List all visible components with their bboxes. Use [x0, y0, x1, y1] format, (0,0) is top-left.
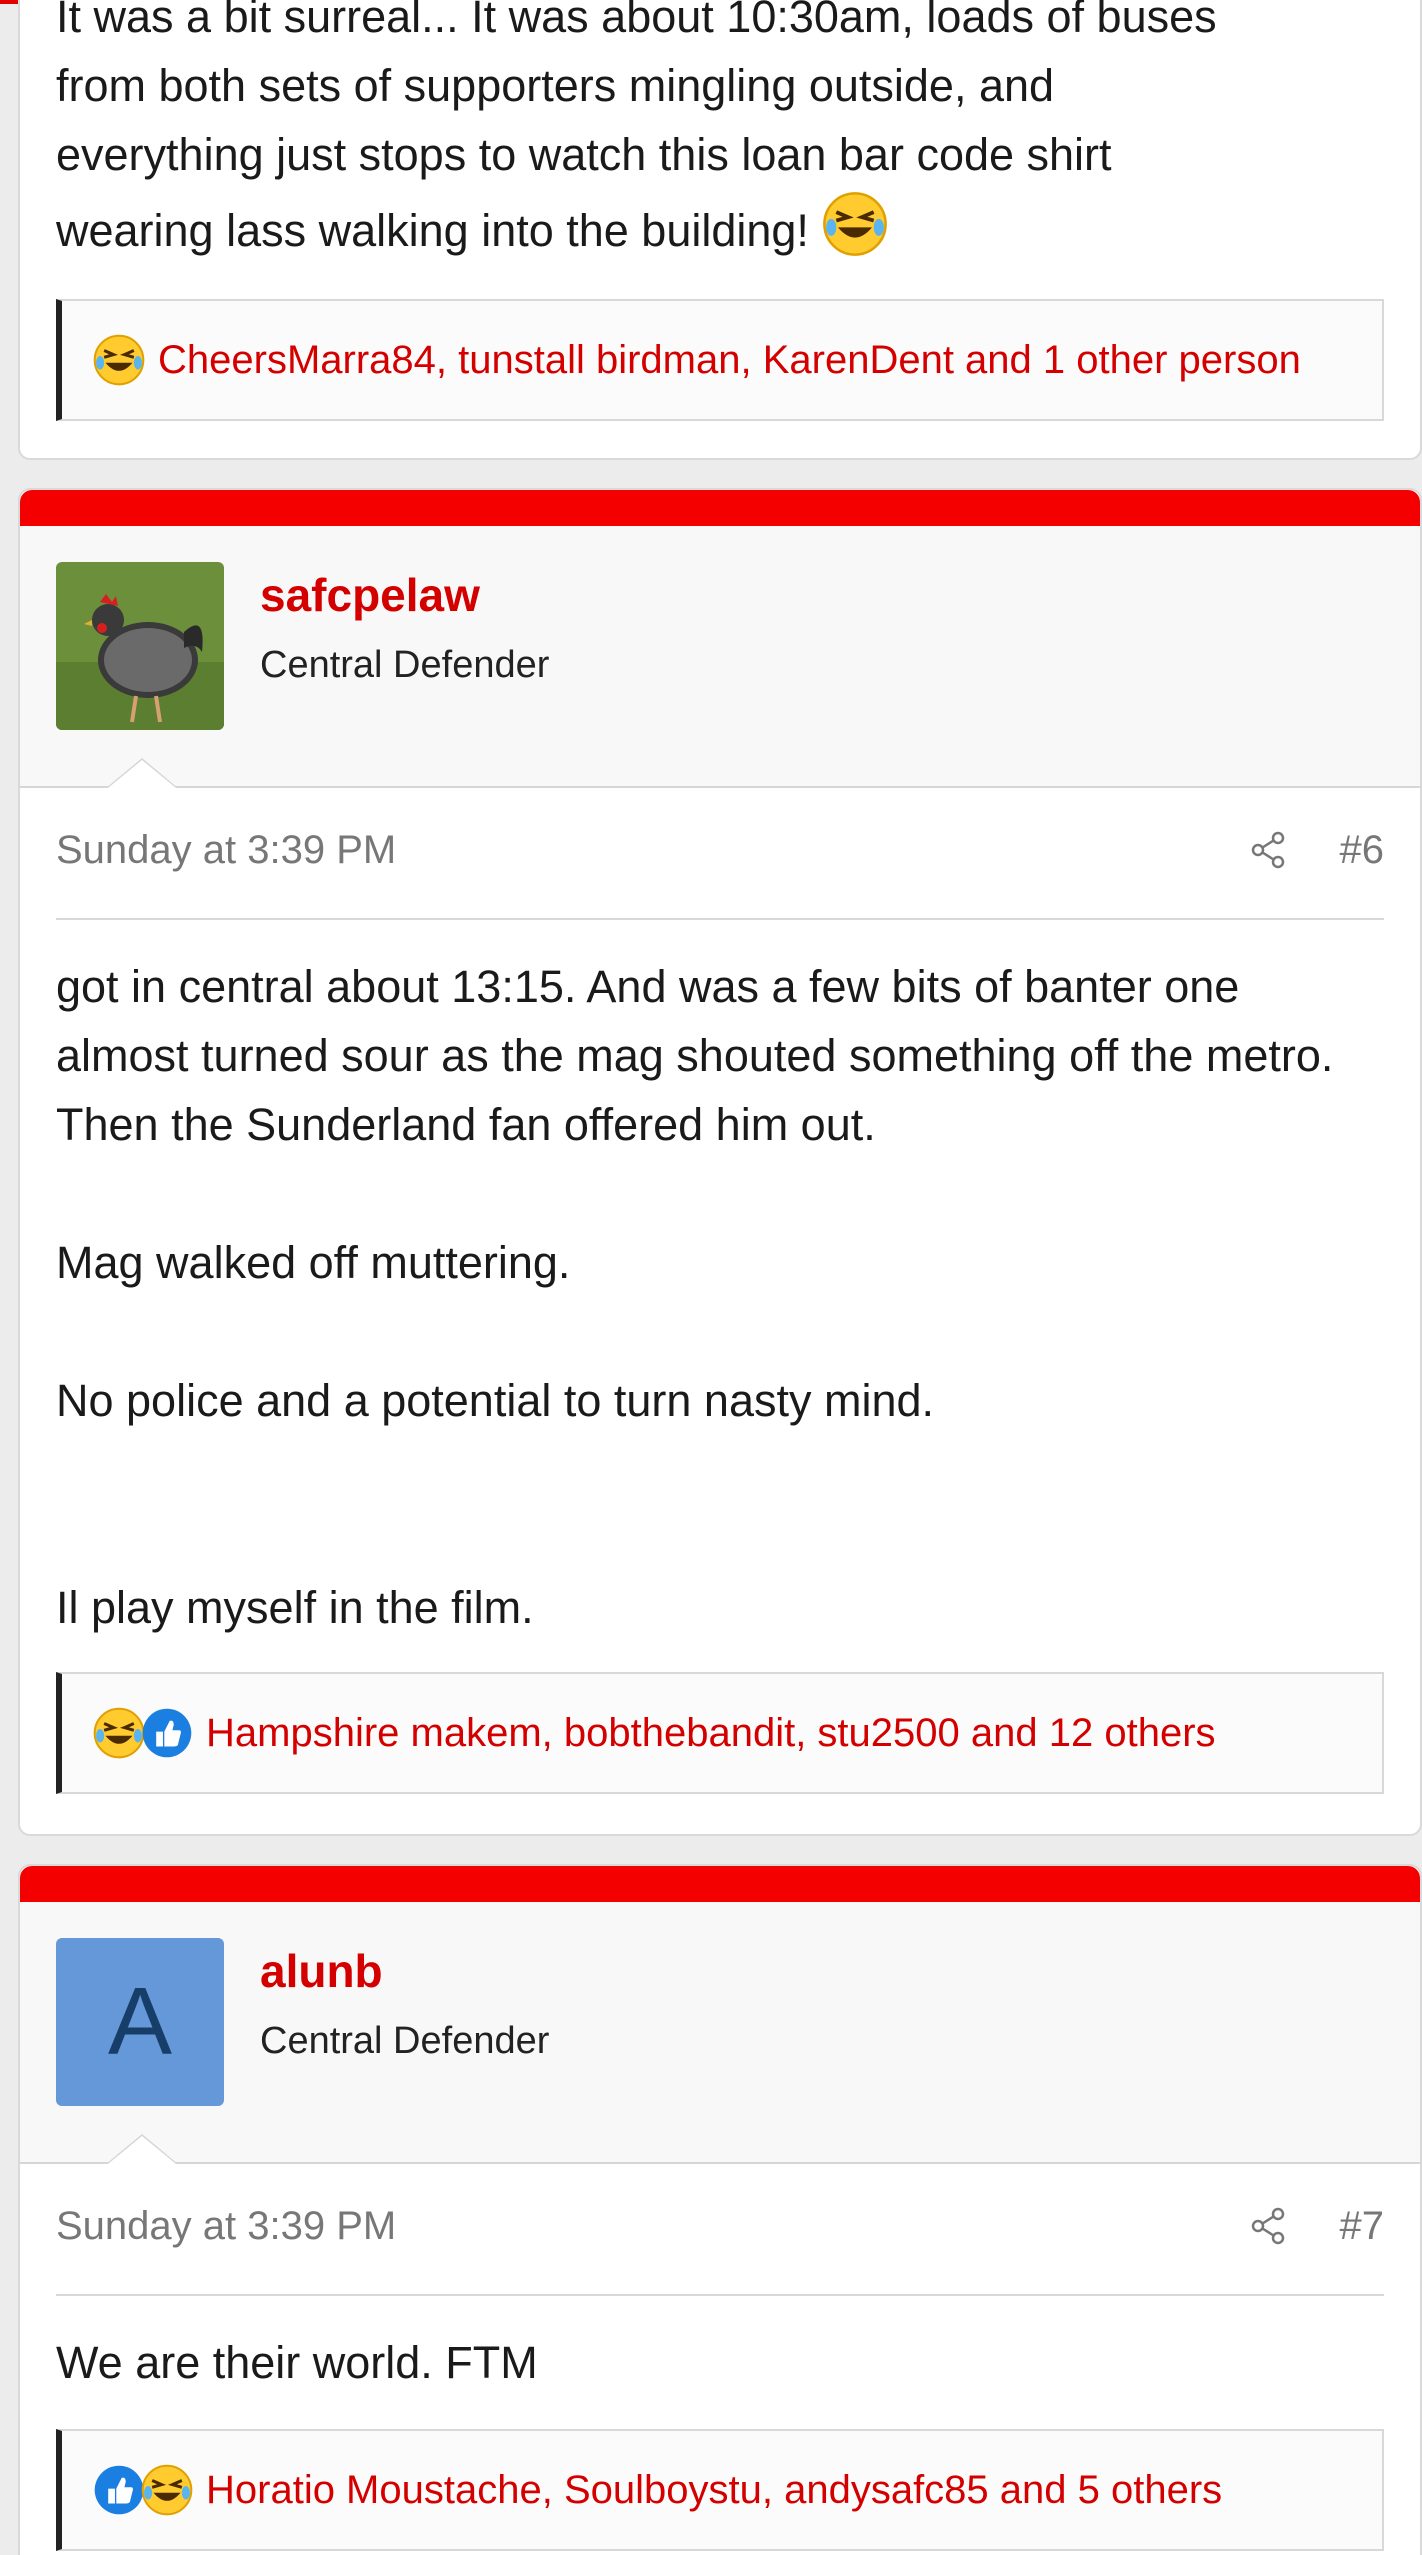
- post-line-text: wearing lass walking into the building!: [56, 205, 809, 256]
- share-icon[interactable]: [1248, 830, 1288, 870]
- avatar[interactable]: [56, 562, 224, 730]
- post-card-5: It was a bit surreal... It was about 10:…: [18, 0, 1422, 460]
- reaction-icons: [92, 333, 146, 387]
- user-header: A alunb Central Defender: [20, 1902, 1420, 2164]
- post-paragraph: got in central about 13:15. And was a fe…: [56, 961, 1334, 1150]
- chicken-photo: [56, 562, 224, 730]
- post-paragraph: No police and a potential to turn nasty …: [56, 1375, 935, 1426]
- card-accent-bar: [20, 1866, 1420, 1902]
- reaction-users-link[interactable]: Horatio Moustache, Soulboystu, andysafc8…: [206, 2468, 1222, 2513]
- thumbs-up-icon: [142, 1708, 192, 1758]
- post-body: We are their world. FTM: [56, 2328, 1384, 2397]
- post-meta: Sunday at 3:39 PM #6: [56, 788, 1384, 920]
- post-line: from both sets of supporters mingling ou…: [56, 60, 1055, 111]
- reaction-users-link[interactable]: CheersMarra84, tunstall birdman, KarenDe…: [158, 338, 1301, 383]
- user-header: safcpelaw Central Defender: [20, 526, 1420, 788]
- post-line: everything just stops to watch this loan…: [56, 129, 1112, 180]
- user-title: Central Defender: [260, 644, 550, 686]
- thumbs-up-icon: [94, 2465, 144, 2515]
- laughing-emoji: [823, 192, 888, 256]
- laughing-emoji: [93, 334, 145, 386]
- avatar[interactable]: A: [56, 1938, 224, 2106]
- reaction-users-link[interactable]: Hampshire makem, bobthebandit, stu2500 a…: [206, 1711, 1216, 1756]
- reaction-icons: [92, 1706, 194, 1760]
- laughing-emoji: [93, 1707, 145, 1759]
- post-paragraph: Il play myself in the film.: [56, 1582, 534, 1633]
- laughing-emoji: [141, 2464, 193, 2516]
- post-line: wearing lass walking into the building!: [56, 189, 1384, 273]
- post-number-link[interactable]: #6: [1340, 828, 1385, 873]
- user-title: Central Defender: [260, 2020, 550, 2062]
- reactions-bar[interactable]: Horatio Moustache, Soulboystu, andysafc8…: [56, 2429, 1384, 2551]
- reaction-icons: [92, 2463, 194, 2517]
- post-paragraph: Mag walked off muttering.: [56, 1237, 571, 1288]
- reactions-bar[interactable]: Hampshire makem, bobthebandit, stu2500 a…: [56, 1672, 1384, 1794]
- post-date-link[interactable]: Sunday at 3:39 PM: [56, 2204, 396, 2249]
- username-link[interactable]: safcpelaw: [260, 568, 480, 622]
- post-number-link[interactable]: #7: [1340, 2204, 1385, 2249]
- header-pointer: [106, 2134, 178, 2164]
- post-card-6: safcpelaw Central Defender Sunday at 3:3…: [18, 488, 1422, 1836]
- username-link[interactable]: alunb: [260, 1944, 383, 1998]
- post-body: It was a bit surreal... It was about 10:…: [56, 0, 1384, 273]
- post-date-link[interactable]: Sunday at 3:39 PM: [56, 828, 396, 873]
- post-card-7: A alunb Central Defender Sunday at 3:39 …: [18, 1864, 1422, 2555]
- post-paragraph: We are their world. FTM: [56, 2337, 538, 2388]
- post-meta: Sunday at 3:39 PM #7: [56, 2164, 1384, 2296]
- share-icon[interactable]: [1248, 2206, 1288, 2246]
- post-line: It was a bit surreal... It was about 10:…: [56, 0, 1217, 42]
- header-pointer: [106, 758, 178, 788]
- reactions-bar[interactable]: CheersMarra84, tunstall birdman, KarenDe…: [56, 299, 1384, 421]
- post-body: got in central about 13:15. And was a fe…: [56, 952, 1384, 1642]
- card-accent-bar: [20, 490, 1420, 526]
